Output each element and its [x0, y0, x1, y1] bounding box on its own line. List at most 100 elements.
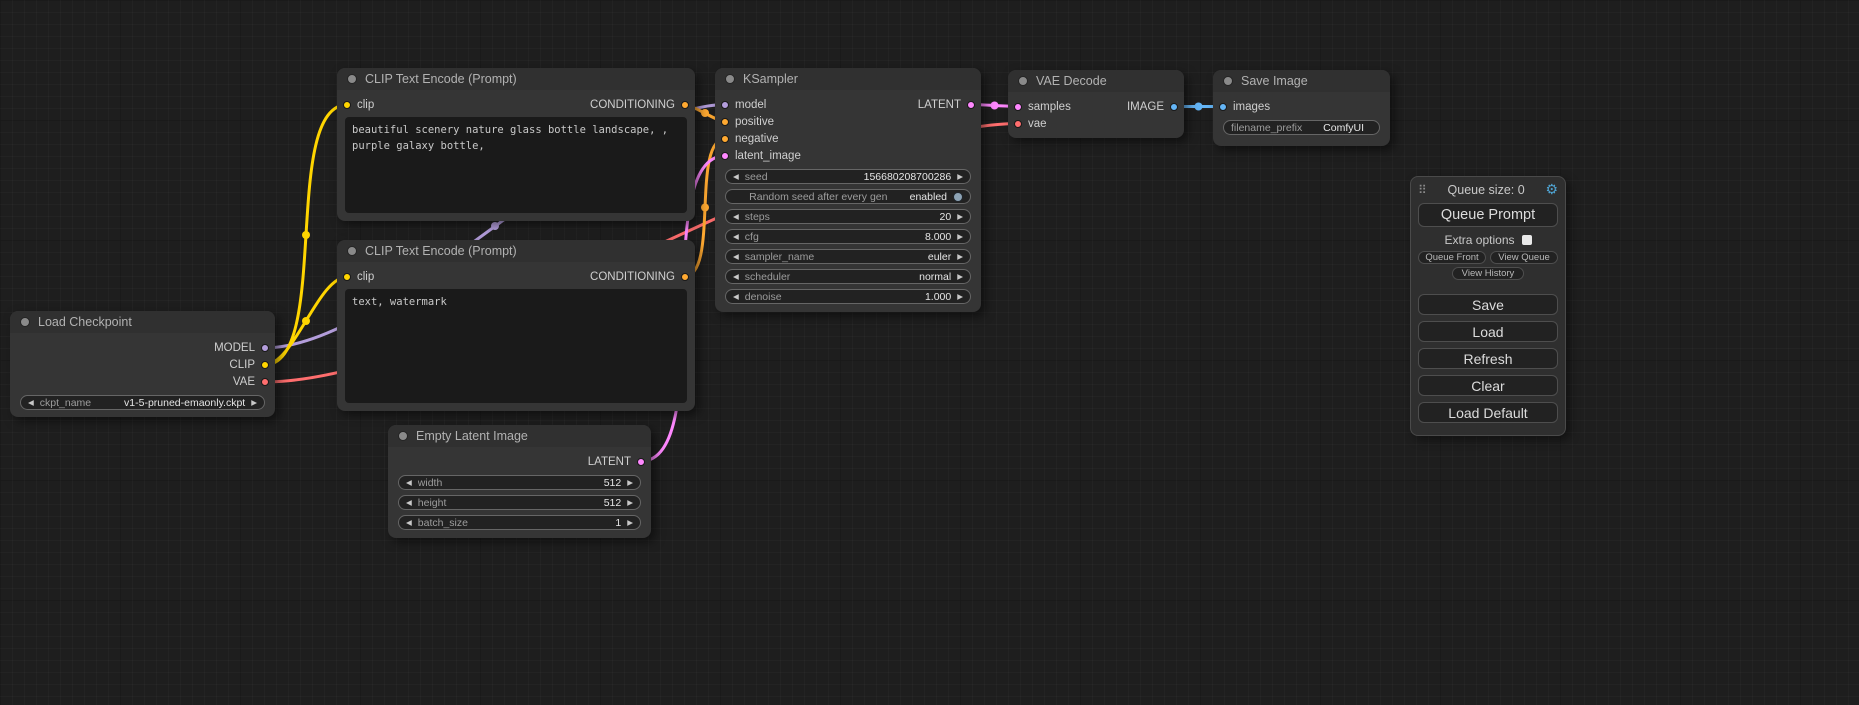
node-vae-decode[interactable]: VAE Decode samples IMAGE vae: [1008, 70, 1184, 138]
widget-width[interactable]: ◀ width 512 ▶: [398, 475, 641, 490]
increment-arrow-icon[interactable]: ▶: [251, 399, 257, 407]
output-slot-vae[interactable]: VAE: [233, 376, 269, 388]
decrement-arrow-icon[interactable]: ◀: [733, 273, 739, 281]
node-header[interactable]: CLIP Text Encode (Prompt): [337, 68, 695, 90]
output-slot-latent[interactable]: LATENT: [588, 456, 645, 468]
collapse-dot-icon[interactable]: [20, 317, 30, 327]
node-ksampler[interactable]: KSampler model LATENT positive negative: [715, 68, 981, 312]
output-dot-conditioning-icon[interactable]: [681, 273, 689, 281]
decrement-arrow-icon[interactable]: ◀: [733, 173, 739, 181]
input-dot-latent-image-icon[interactable]: [721, 152, 729, 160]
node-header[interactable]: Save Image: [1213, 70, 1390, 92]
decrement-arrow-icon[interactable]: ◀: [733, 213, 739, 221]
refresh-button[interactable]: Refresh: [1418, 348, 1558, 369]
input-slot-clip[interactable]: clip: [343, 99, 374, 111]
input-dot-clip-icon[interactable]: [343, 101, 351, 109]
input-slot-vae[interactable]: vae: [1014, 118, 1047, 130]
view-queue-button[interactable]: View Queue: [1490, 251, 1558, 264]
widget-cfg[interactable]: ◀ cfg 8.000 ▶: [725, 229, 971, 244]
load-button[interactable]: Load: [1418, 321, 1558, 342]
drag-handle[interactable]: ⠿: [1418, 183, 1427, 197]
widget-height[interactable]: ◀ height 512 ▶: [398, 495, 641, 510]
node-header[interactable]: CLIP Text Encode (Prompt): [337, 240, 695, 262]
output-slot-clip[interactable]: CLIP: [229, 359, 269, 371]
output-dot-latent-icon[interactable]: [637, 458, 645, 466]
toggle-knob-icon[interactable]: [953, 192, 963, 202]
output-slot-conditioning[interactable]: CONDITIONING: [590, 271, 689, 283]
widget-random-seed-toggle[interactable]: Random seed after every gen enabled: [725, 189, 971, 204]
input-dot-model-icon[interactable]: [721, 101, 729, 109]
increment-arrow-icon[interactable]: ▶: [957, 253, 963, 261]
decrement-arrow-icon[interactable]: ◀: [28, 399, 34, 407]
output-slot-latent[interactable]: LATENT: [918, 99, 975, 111]
widget-denoise[interactable]: ◀ denoise 1.000 ▶: [725, 289, 971, 304]
node-header[interactable]: VAE Decode: [1008, 70, 1184, 92]
output-dot-image-icon[interactable]: [1170, 103, 1178, 111]
collapse-dot-icon[interactable]: [1018, 76, 1028, 86]
extra-options-checkbox[interactable]: [1522, 235, 1532, 245]
widget-sampler-name[interactable]: ◀ sampler_name euler ▶: [725, 249, 971, 264]
prompt-text-input[interactable]: beautiful scenery nature glass bottle la…: [345, 117, 687, 213]
decrement-arrow-icon[interactable]: ◀: [733, 233, 739, 241]
collapse-dot-icon[interactable]: [347, 74, 357, 84]
output-dot-clip-icon[interactable]: [261, 361, 269, 369]
input-slot-images[interactable]: images: [1219, 101, 1270, 113]
increment-arrow-icon[interactable]: ▶: [627, 479, 633, 487]
widget-scheduler[interactable]: ◀ scheduler normal ▶: [725, 269, 971, 284]
node-empty-latent-image[interactable]: Empty Latent Image LATENT ◀ width 512 ▶ …: [388, 425, 651, 538]
decrement-arrow-icon[interactable]: ◀: [406, 499, 412, 507]
clear-button[interactable]: Clear: [1418, 375, 1558, 396]
prompt-text-input[interactable]: text, watermark: [345, 289, 687, 403]
input-slot-positive[interactable]: positive: [721, 116, 774, 128]
widget-ckpt-name[interactable]: ◀ ckpt_name v1-5-pruned-emaonly.ckpt ▶: [20, 395, 265, 410]
settings-gear-icon[interactable]: ⚙: [1545, 181, 1558, 198]
increment-arrow-icon[interactable]: ▶: [957, 173, 963, 181]
input-slot-negative[interactable]: negative: [721, 133, 778, 145]
node-clip-text-encode-positive[interactable]: CLIP Text Encode (Prompt) clip CONDITION…: [337, 68, 695, 221]
increment-arrow-icon[interactable]: ▶: [957, 293, 963, 301]
decrement-arrow-icon[interactable]: ◀: [406, 479, 412, 487]
increment-arrow-icon[interactable]: ▶: [957, 233, 963, 241]
widget-batch-size[interactable]: ◀ batch_size 1 ▶: [398, 515, 641, 530]
output-dot-conditioning-icon[interactable]: [681, 101, 689, 109]
collapse-dot-icon[interactable]: [347, 246, 357, 256]
widget-filename-prefix[interactable]: filename_prefix ComfyUI: [1223, 120, 1380, 135]
queue-prompt-button[interactable]: Queue Prompt: [1418, 203, 1558, 227]
output-slot-conditioning[interactable]: CONDITIONING: [590, 99, 689, 111]
input-dot-negative-icon[interactable]: [721, 135, 729, 143]
decrement-arrow-icon[interactable]: ◀: [733, 253, 739, 261]
node-header[interactable]: KSampler: [715, 68, 981, 90]
input-slot-latent-image[interactable]: latent_image: [721, 150, 801, 162]
node-header[interactable]: Load Checkpoint: [10, 311, 275, 333]
node-header[interactable]: Empty Latent Image: [388, 425, 651, 447]
view-history-button[interactable]: View History: [1452, 267, 1525, 280]
output-slot-image[interactable]: IMAGE: [1127, 101, 1178, 113]
input-dot-clip-icon[interactable]: [343, 273, 351, 281]
node-save-image[interactable]: Save Image images filename_prefix ComfyU…: [1213, 70, 1390, 146]
widget-steps[interactable]: ◀ steps 20 ▶: [725, 209, 971, 224]
increment-arrow-icon[interactable]: ▶: [957, 213, 963, 221]
input-slot-model[interactable]: model: [721, 99, 766, 111]
increment-arrow-icon[interactable]: ▶: [957, 273, 963, 281]
decrement-arrow-icon[interactable]: ◀: [733, 293, 739, 301]
load-default-button[interactable]: Load Default: [1418, 402, 1558, 423]
input-dot-positive-icon[interactable]: [721, 118, 729, 126]
input-dot-images-icon[interactable]: [1219, 103, 1227, 111]
increment-arrow-icon[interactable]: ▶: [627, 519, 633, 527]
output-dot-latent-icon[interactable]: [967, 101, 975, 109]
input-slot-clip[interactable]: clip: [343, 271, 374, 283]
output-slot-model[interactable]: MODEL: [214, 342, 269, 354]
input-dot-vae-icon[interactable]: [1014, 120, 1022, 128]
decrement-arrow-icon[interactable]: ◀: [406, 519, 412, 527]
queue-front-button[interactable]: Queue Front: [1418, 251, 1486, 264]
increment-arrow-icon[interactable]: ▶: [627, 499, 633, 507]
collapse-dot-icon[interactable]: [398, 431, 408, 441]
node-clip-text-encode-negative[interactable]: CLIP Text Encode (Prompt) clip CONDITION…: [337, 240, 695, 411]
collapse-dot-icon[interactable]: [1223, 76, 1233, 86]
collapse-dot-icon[interactable]: [725, 74, 735, 84]
node-load-checkpoint[interactable]: Load Checkpoint MODEL CLIP VAE ◀ ckpt_na…: [10, 311, 275, 417]
widget-seed[interactable]: ◀ seed 156680208700286 ▶: [725, 169, 971, 184]
input-slot-samples[interactable]: samples: [1014, 101, 1071, 113]
output-dot-model-icon[interactable]: [261, 344, 269, 352]
input-dot-samples-icon[interactable]: [1014, 103, 1022, 111]
